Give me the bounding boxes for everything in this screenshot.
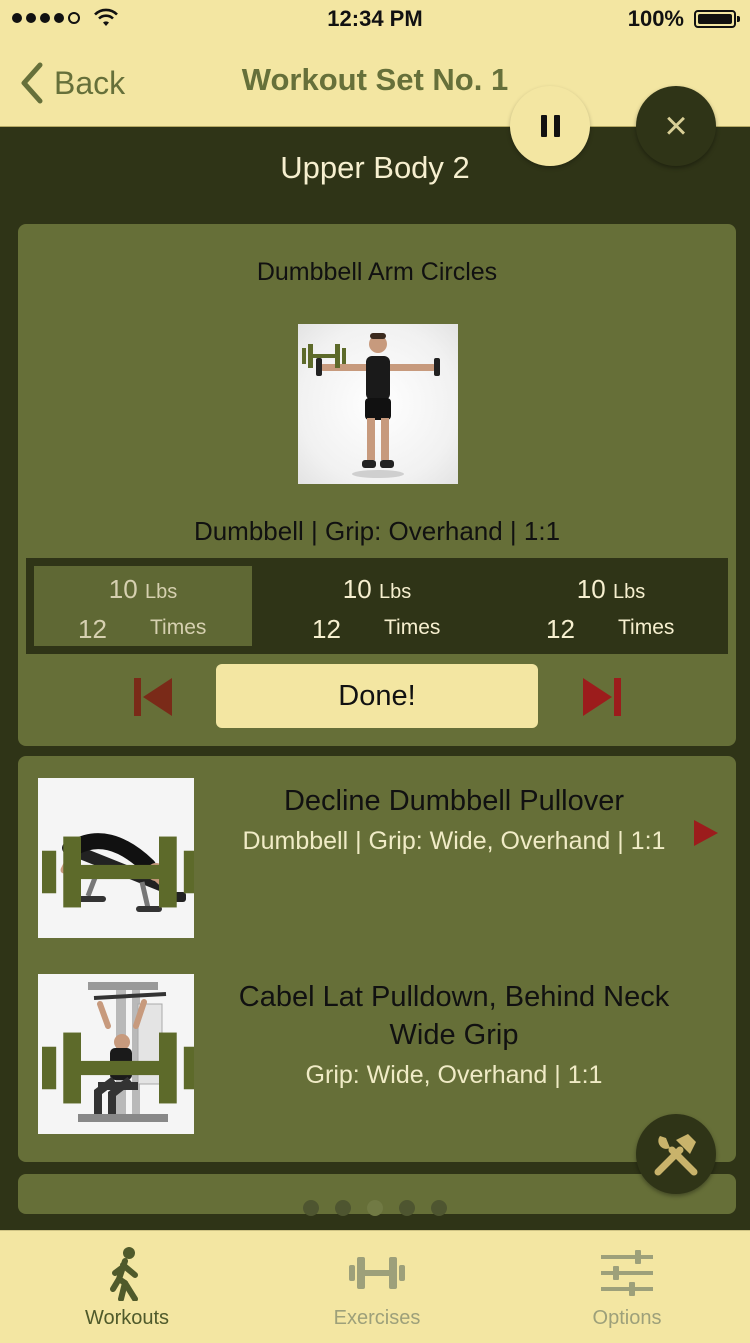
exercise-thumbnail (38, 974, 194, 1134)
close-icon: × (664, 104, 688, 148)
page-dot-active[interactable] (367, 1200, 383, 1216)
tools-icon (654, 1134, 698, 1176)
set-reps-label: Times (618, 616, 675, 639)
dumbbell-icon (349, 1257, 405, 1289)
current-exercise-card: Dumbbell Arm Circles Dumbbell | Grip: Ov… (18, 224, 736, 746)
exercise-meta: Dumbbell | Grip: Wide, Overhand | 1:1 (242, 827, 666, 855)
list-item[interactable]: Cabel Lat Pulldown, Behind Neck Wide Gri… (38, 974, 718, 1134)
play-icon[interactable] (692, 818, 720, 848)
set-weight: 10 Lbs (342, 574, 412, 604)
battery-percent: 100% (627, 6, 684, 31)
tab-bar: Workouts Exercises Options (0, 1230, 750, 1343)
top-bar: 12:34 PM 100% Back Workout Set No. 1 (0, 0, 750, 127)
set-weight: 10 Lbs (108, 574, 178, 604)
current-exercise-image (298, 324, 458, 484)
next-set-icon[interactable] (581, 676, 623, 718)
set-reps-label: Times (150, 616, 207, 639)
current-exercise-meta: Dumbbell | Grip: Overhand | 1:1 (193, 516, 561, 546)
dumbbell-icon (42, 1032, 194, 1104)
tab-workouts[interactable]: Workouts (2, 1231, 252, 1343)
page-title: Workout Set No. 1 (241, 62, 509, 97)
pause-icon (540, 115, 560, 137)
list-item[interactable]: Decline Dumbbell Pullover Dumbbell | Gri… (38, 778, 718, 938)
set-reps: 12 (312, 614, 341, 644)
battery-icon (694, 10, 740, 28)
tools-button[interactable] (636, 1114, 716, 1194)
up-next-card: Decline Dumbbell Pullover Dumbbell | Gri… (18, 756, 736, 1162)
walking-person-icon (110, 1247, 138, 1301)
set-reps: 12 (78, 614, 107, 644)
done-button[interactable]: Done! (216, 664, 538, 728)
set-1[interactable]: 10 Lbs 12 Times (34, 566, 252, 646)
sliders-icon (601, 1250, 653, 1296)
tab-label: Exercises (333, 1307, 421, 1329)
exercise-title: Cabel Lat Pulldown, Behind Neck Wide Gri… (238, 981, 670, 1051)
page-dot[interactable] (431, 1200, 447, 1216)
set-reps: 12 (546, 614, 575, 644)
tab-label: Options (592, 1307, 662, 1329)
set-weight: 10 Lbs (576, 574, 646, 604)
page-dot[interactable] (399, 1200, 415, 1216)
exercise-title: Decline Dumbbell Pullover (283, 785, 625, 817)
sets-bar: 10 Lbs 12 Times 10 Lbs 12 Times 10 Lbs 1… (26, 558, 728, 654)
set-reps-label: Times (384, 616, 441, 639)
page-dot[interactable] (335, 1200, 351, 1216)
page-dot[interactable] (303, 1200, 319, 1216)
workout-section-title: Upper Body 2 (280, 150, 470, 185)
tab-options[interactable]: Options (502, 1231, 750, 1343)
set-3[interactable]: 10 Lbs 12 Times (502, 566, 720, 646)
status-bar: 12:34 PM 100% (0, 0, 750, 40)
exercise-meta: Grip: Wide, Overhand | 1:1 (305, 1061, 603, 1089)
tab-exercises[interactable]: Exercises (252, 1231, 502, 1343)
dumbbell-icon (42, 836, 194, 908)
current-exercise-name: Dumbbell Arm Circles (256, 258, 498, 286)
page-indicator[interactable] (0, 1200, 750, 1216)
previous-set-icon[interactable] (132, 676, 174, 718)
set-2[interactable]: 10 Lbs 12 Times (268, 566, 486, 646)
exercise-thumbnail (38, 778, 194, 938)
tab-label: Workouts (84, 1307, 170, 1329)
